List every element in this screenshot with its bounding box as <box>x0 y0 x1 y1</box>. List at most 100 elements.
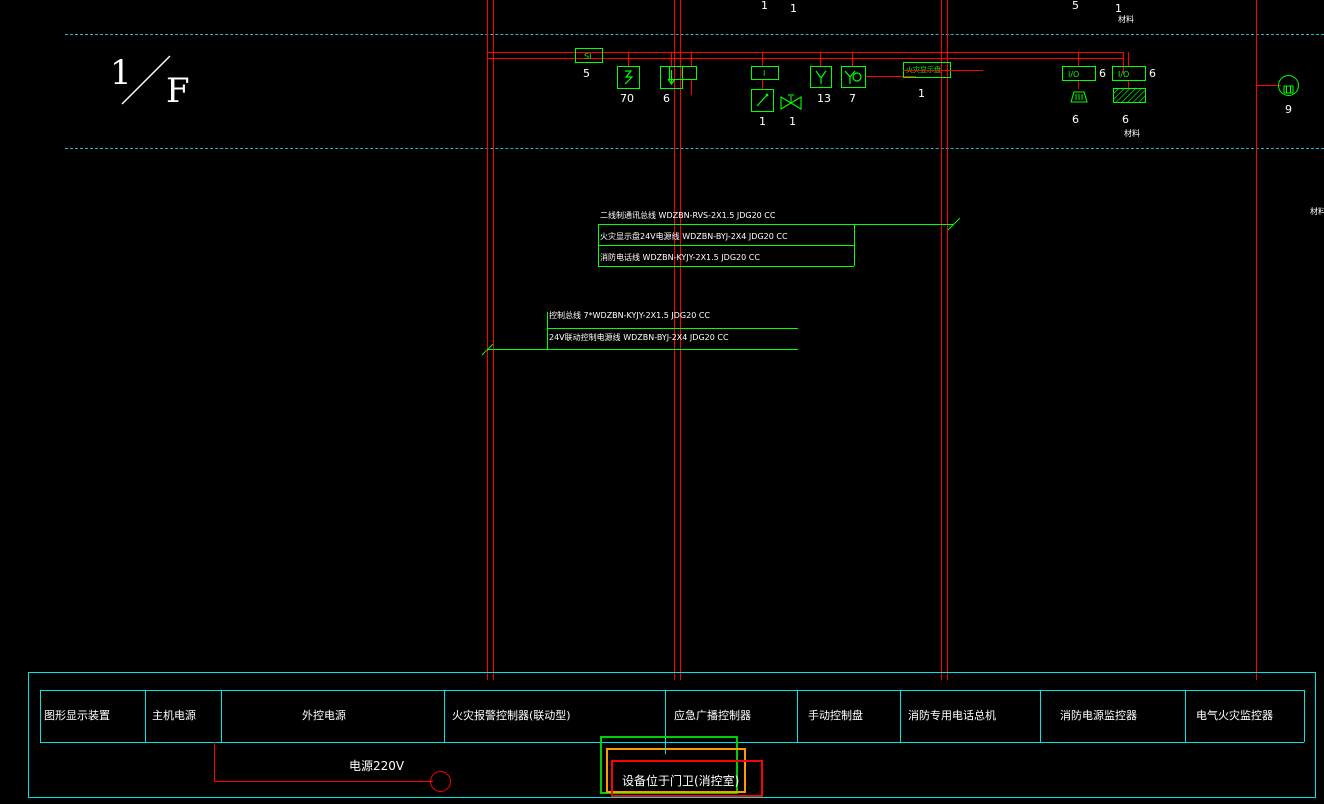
device-io-module-hatched[interactable]: I/O <box>1112 66 1146 81</box>
svg-text:I: I <box>763 69 765 78</box>
floor-gridline-top <box>65 34 1324 35</box>
legend-divider-8 <box>1185 690 1186 742</box>
callout-upper-line-1: 二线制通讯总线 WDZBN-RVS-2X1.5 JDG20 CC <box>600 211 776 220</box>
riser-bus-v2 <box>493 0 494 680</box>
power-feed-terminal[interactable] <box>430 771 451 792</box>
top-note-right: 材料 <box>1118 15 1134 24</box>
drop-io-module-b <box>691 52 692 67</box>
legend-divider-2 <box>221 690 222 742</box>
legend-connector-broadcast <box>665 742 666 754</box>
legend-cell-electrical-fire-monitor[interactable]: 电气火灾监控器 <box>1196 710 1273 721</box>
device-count-fire-display-panel: 1 <box>918 87 925 100</box>
device-pressure-switch[interactable] <box>841 66 866 88</box>
callout-lower-tick <box>481 341 495 360</box>
device-io-module-a[interactable]: I <box>751 66 779 80</box>
callout-upper-line-2: 火灾显示盘24V电源线 WDZBN-BYJ-2X4 JDG20 CC <box>600 232 788 241</box>
svg-text:SI: SI <box>584 52 591 61</box>
device-count-flow-switch: 13 <box>817 92 831 105</box>
device-count-pressure-switch: 7 <box>849 92 856 105</box>
device-count-manual-call-point: 5 <box>583 67 590 80</box>
location-note: 设备位于门卫(消控室) <box>622 774 740 788</box>
device-count-sound-light-alarm: 6 <box>1072 113 1079 126</box>
callout-lower-line-2: 24V联动控制电源线 WDZBN-BYJ-2X4 JDG20 CC <box>549 333 729 342</box>
power-feed-riser <box>214 742 215 781</box>
right-edge-note: 材料 <box>1310 207 1324 216</box>
device-io-module-sound-light[interactable]: I/O <box>1062 66 1096 81</box>
device-count-hatched-module: 6 <box>1122 113 1129 126</box>
device-io-module-b[interactable]: I <box>669 66 697 80</box>
riser-bus-v7 <box>1256 0 1257 680</box>
drop-io-hatched <box>1128 52 1129 67</box>
legend-divider-4 <box>665 690 666 742</box>
callout-lower-line-1: 控制总线 7*WDZBN-KYJY-2X1.5 JDG20 CC <box>549 311 711 320</box>
legend-cell-manual-control-panel[interactable]: 手动控制盘 <box>808 710 863 721</box>
legend-cell-emergency-broadcast[interactable]: 应急广播控制器 <box>674 710 751 721</box>
top-count-3: 5 <box>1072 0 1079 12</box>
panel-legend-inner-right <box>1304 690 1305 742</box>
callout-lower-leader-2 <box>487 349 798 350</box>
svg-text:I/O: I/O <box>1068 70 1079 79</box>
device-count-signal-valve: 1 <box>789 115 796 128</box>
top-count-1: 1 <box>761 0 768 12</box>
drop-io-module-a <box>762 52 763 67</box>
legend-divider-7 <box>1040 690 1041 742</box>
drop-flow-switch <box>820 52 821 67</box>
legend-cell-main-power[interactable]: 主机电源 <box>152 710 196 721</box>
legend-divider-5 <box>797 690 798 742</box>
fire-display-panel-tie <box>903 70 983 71</box>
device-count-beam-detector: 6 <box>663 92 670 105</box>
callout-upper-stem-left <box>598 224 599 266</box>
power-feed-run <box>214 781 433 782</box>
svg-text:F: F <box>166 71 191 108</box>
callout-upper-leader-1 <box>598 224 954 225</box>
legend-divider-3 <box>444 690 445 742</box>
legend-cell-external-power[interactable]: 外控电源 <box>302 710 346 721</box>
device-hatched-module[interactable] <box>1113 88 1146 107</box>
device-pressure-gauge[interactable] <box>751 89 774 112</box>
drop-smoke-detector <box>628 52 629 67</box>
device-flow-switch[interactable] <box>810 66 832 88</box>
callout-upper-stem-right <box>854 224 855 266</box>
svg-text:I: I <box>681 69 683 78</box>
drop-beam-detector <box>671 52 672 67</box>
device-telephone-jack-glyph <box>1283 80 1294 99</box>
top-count-4: 1 <box>1115 2 1122 15</box>
legend-cell-graphic-display[interactable]: 图形显示装置 <box>44 710 110 721</box>
legend-cell-fire-telephone-exchange[interactable]: 消防专用电话总机 <box>908 710 996 721</box>
device-sound-light-alarm[interactable] <box>1065 88 1093 109</box>
link-io-b-valve <box>691 80 692 95</box>
legend-divider-1 <box>145 690 146 742</box>
svg-text:1: 1 <box>110 53 133 93</box>
riser-bus-v5 <box>941 0 942 680</box>
device-count-smoke-detector: 70 <box>620 92 634 105</box>
callout-upper-leader-2 <box>598 245 854 246</box>
hatched-module-note: 材料 <box>1124 129 1140 138</box>
device-count-io-sound-light: 6 <box>1099 67 1106 80</box>
device-count-telephone-jack: 9 <box>1285 103 1292 116</box>
riser-bus-v1 <box>487 0 488 680</box>
device-smoke-detector[interactable] <box>617 66 640 89</box>
callout-lower-leader-1 <box>547 328 798 329</box>
legend-cell-fire-alarm-controller[interactable]: 火灾报警控制器(联动型) <box>452 710 571 721</box>
callout-upper-tick <box>946 216 962 236</box>
device-count-io-hatched: 6 <box>1149 67 1156 80</box>
drop-pressure-switch <box>852 52 853 67</box>
cad-drawing-canvas[interactable]: 1 F SI 5 70 6 I 1 I 1 13 7 火灾显示盘 1 I/O 6… <box>0 0 1324 804</box>
callout-upper-leader-3 <box>598 266 854 267</box>
svg-text:I/O: I/O <box>1118 70 1129 79</box>
device-signal-valve-symbol[interactable] <box>779 92 805 116</box>
top-count-2: 1 <box>790 2 797 15</box>
panel-legend-inner-top <box>40 690 1304 691</box>
floor-label: 1 F <box>108 50 208 117</box>
device-count-pressure-gauge: 1 <box>759 115 766 128</box>
floor-gridline-bottom <box>65 148 1324 149</box>
riser-bus-v6 <box>947 0 948 680</box>
callout-lower-stem <box>547 312 548 349</box>
legend-divider-6 <box>900 690 901 742</box>
panel-legend-inner-left <box>40 690 41 742</box>
callout-upper-line-3: 消防电话线 WDZBN-KYJY-2X1.5 JDG20 CC <box>600 253 760 262</box>
device-manual-call-point[interactable]: SI <box>575 48 603 63</box>
legend-cell-power-monitor[interactable]: 消防电源监控器 <box>1060 710 1137 721</box>
power-label: 电源220V <box>349 759 405 773</box>
drop-io-sound-light <box>1078 52 1079 67</box>
